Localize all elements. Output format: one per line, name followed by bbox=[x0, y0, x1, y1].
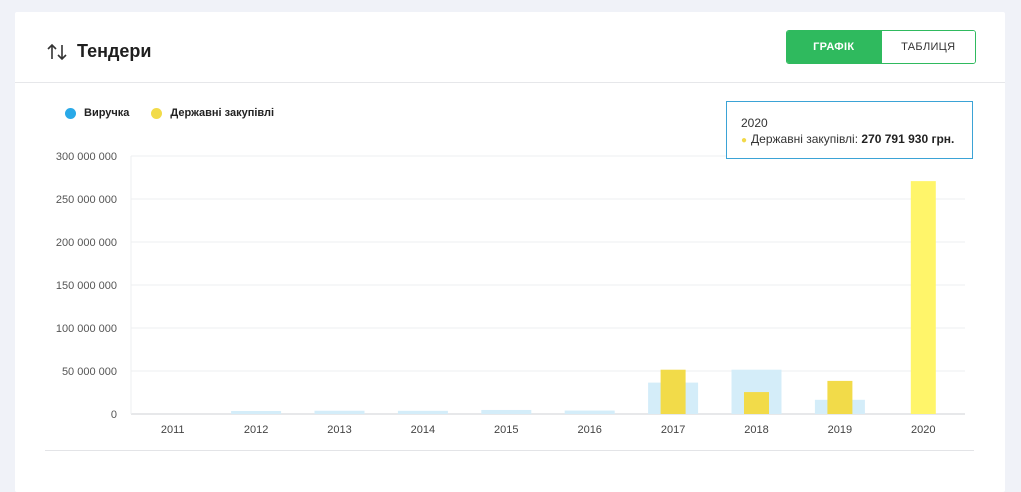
y-tick-label: 0 bbox=[111, 409, 117, 421]
y-tick-label: 100 000 000 bbox=[56, 323, 117, 335]
y-tick-label: 150 000 000 bbox=[56, 280, 117, 292]
tooltip-value: 270 791 930 грн. bbox=[861, 132, 955, 146]
y-tick-label: 250 000 000 bbox=[56, 194, 117, 206]
tenders-card: Тендери ГРАФІК ТАБЛИЦЯ Виручка Державні … bbox=[15, 12, 1005, 492]
y-tick-label: 50 000 000 bbox=[62, 366, 117, 378]
bar-procurement-2017 bbox=[660, 369, 686, 414]
x-tick-label: 2019 bbox=[828, 424, 852, 436]
bar-revenue-2016 bbox=[564, 410, 615, 414]
bar-revenue-2012 bbox=[231, 410, 282, 414]
bar-revenue-2015 bbox=[481, 409, 532, 414]
x-tick-label: 2017 bbox=[661, 424, 685, 436]
tooltip-dot: ● bbox=[741, 135, 748, 146]
x-tick-label: 2014 bbox=[411, 424, 435, 436]
x-tick-label: 2011 bbox=[161, 424, 185, 436]
x-tick-label: 2015 bbox=[494, 424, 518, 436]
bar-procurement-2019 bbox=[827, 380, 853, 414]
bar-revenue-2013 bbox=[314, 410, 365, 414]
bottom-divider bbox=[45, 450, 974, 451]
tooltip-series: Державні закупівлі bbox=[751, 132, 855, 146]
tooltip-year: 2020 bbox=[741, 116, 768, 130]
x-tick-label: 2013 bbox=[327, 424, 351, 436]
x-tick-label: 2018 bbox=[744, 424, 768, 436]
bar-procurement-2018 bbox=[744, 392, 769, 414]
x-tick-label: 2020 bbox=[911, 424, 935, 436]
y-tick-label: 300 000 000 bbox=[56, 151, 117, 163]
x-tick-label: 2012 bbox=[244, 424, 268, 436]
x-tick-label: 2016 bbox=[577, 424, 601, 436]
bar-chart: 0 50 000 000 100 000 000 150 000 000 200 000… bbox=[56, 151, 965, 436]
y-tick-label: 200 000 000 bbox=[56, 237, 117, 249]
bar-procurement-2020 bbox=[910, 181, 936, 414]
bar-revenue-2014 bbox=[397, 410, 448, 414]
tooltip-line: ● Державні закупівлі: 270 791 930 грн. bbox=[741, 132, 955, 146]
chart-tooltip: 2020 ● Державні закупівлі: 270 791 930 гр… bbox=[726, 101, 973, 159]
